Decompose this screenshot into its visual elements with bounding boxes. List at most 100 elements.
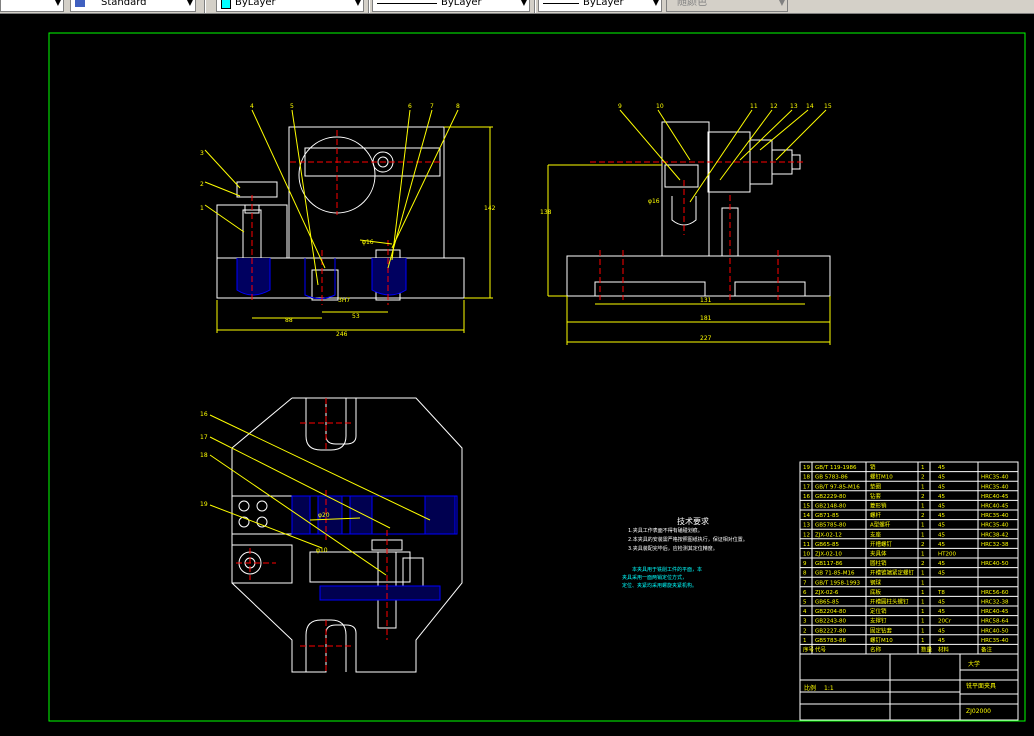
- bom-cell-name: 支撑钉: [870, 617, 887, 625]
- bom-cell-material: 45: [938, 561, 945, 567]
- toolbar-separator: [534, 0, 536, 13]
- bom-cell-qty: 1: [921, 600, 925, 606]
- bom-cell-code: 代号: [815, 646, 827, 654]
- drawing-number: ZJ02000: [966, 708, 991, 715]
- toolbar-separator: [204, 0, 206, 13]
- balloon-label: 3: [200, 150, 204, 157]
- balloon-label: 13: [790, 103, 798, 110]
- properties-toolbar: ▼ Standard ▼ ByLayer ▼ ByLayer ▼ ByLayer…: [0, 0, 1034, 14]
- chevron-down-icon: ▼: [778, 0, 785, 7]
- side-upright: [661, 121, 710, 257]
- color-dropdown[interactable]: ByLayer ▼: [216, 0, 364, 12]
- bom-cell-code: GB/T 97-85-M16: [815, 484, 860, 490]
- dim-label: 88: [285, 317, 293, 324]
- bom-cell-qty: 1: [921, 590, 925, 596]
- bom-cell-name: 支座: [870, 530, 882, 538]
- bom-cell-qty: 1: [921, 571, 925, 577]
- bom-cell-no: 6: [803, 590, 807, 596]
- balloon-label: 17: [200, 434, 208, 441]
- tech-requirements-title: 技术要求: [677, 517, 709, 526]
- front-centerlines: [251, 130, 440, 305]
- bom-cell-no: 19: [803, 465, 810, 471]
- chevron-down-icon: ▼: [354, 0, 361, 7]
- bom-cell-code: GB/T 1958-1993: [815, 580, 860, 586]
- side-base: [566, 255, 831, 297]
- bom-cell-qty: 1: [921, 465, 925, 471]
- bom-cell-qty: 1: [921, 532, 925, 538]
- bom-cell-material: 45: [938, 475, 945, 481]
- plot-style-dropdown[interactable]: 随颜色 ▼: [666, 0, 788, 12]
- bom-cell-material: 20Cr: [938, 619, 952, 625]
- bom-cell-no: 序号: [803, 646, 815, 654]
- bom-cell-no: 15: [803, 504, 810, 510]
- scale-value: 1:1: [824, 685, 834, 692]
- bom-cell-note: HRC32-38: [981, 542, 1009, 548]
- dim-label: 53: [352, 313, 360, 320]
- bom-cell-qty: 1: [921, 580, 925, 586]
- chevron-down-icon: ▼: [186, 0, 193, 7]
- bom-cell-material: 45: [938, 638, 945, 644]
- bom-cell-note: HRC38-42: [981, 532, 1009, 538]
- bom-cell-code: GB117-86: [815, 561, 843, 567]
- bom-cell-note: HRC35-40: [981, 638, 1009, 644]
- side-view: [566, 121, 831, 297]
- balloon-label: 5: [290, 103, 294, 110]
- bom-cell-name: 圆柱销: [870, 559, 887, 567]
- drawing-canvas[interactable]: 142 53 88 246 φ16 3H7 1 2 3 4 5 6 7 8 13…: [0, 14, 1034, 736]
- top-centerlines: [236, 398, 388, 672]
- bom-cell-name: 名称: [870, 646, 882, 654]
- bom-cell-no: 3: [803, 619, 807, 625]
- bom-cell-qty: 2: [921, 494, 925, 500]
- chevron-down-icon: ▼: [520, 0, 527, 7]
- bom-cell-qty: 1: [921, 484, 925, 490]
- bom-cell-note: HRC56-60: [981, 590, 1009, 596]
- bom-cell-name: 销: [870, 463, 876, 471]
- bom-cell-name: 钢球: [870, 578, 882, 586]
- bom-cell-note: HRC40-45: [981, 504, 1009, 510]
- dim-label: 131: [700, 297, 712, 304]
- bom-cell-no: 12: [803, 532, 810, 538]
- bom-cell-name: 钻套: [870, 492, 882, 500]
- note-line: 定位、夹紧均采用螺旋夹紧机构。: [622, 583, 698, 589]
- bom-cell-no: 5: [803, 600, 807, 606]
- bom-cell-material: 45: [938, 465, 945, 471]
- bom-cell-material: 45: [938, 600, 945, 606]
- bom-cell-note: HRC58-64: [981, 619, 1009, 625]
- bom-cell-name: 开槽圆柱头螺钉: [870, 598, 909, 606]
- dim-label: 3H7: [338, 297, 350, 304]
- bom-cell-no: 9: [803, 561, 807, 567]
- drawing-name: 铣平面夹具: [966, 682, 996, 690]
- bom-cell-qty: 1: [921, 619, 925, 625]
- balloon-label: 9: [618, 103, 622, 110]
- linetype-value: ByLayer: [441, 0, 482, 8]
- bom-cell-code: GB/T 119-1986: [815, 465, 857, 471]
- bom-cell-qty: 1: [921, 552, 925, 558]
- dim-label: 246: [336, 331, 348, 338]
- bom-cell-note: HRC35-40: [981, 523, 1009, 529]
- text-style-dropdown[interactable]: Standard ▼: [70, 0, 196, 12]
- bom-cell-name: 定位销: [870, 607, 887, 615]
- bom-cell-code: GB5783-86: [815, 638, 847, 644]
- bom-cell-no: 17: [803, 484, 810, 490]
- toolbar-separator: [368, 0, 370, 13]
- bom-cell-code: GB2227-80: [815, 628, 847, 634]
- bom-cell-material: 45: [938, 484, 945, 490]
- bom-cell-material: T8: [937, 590, 945, 596]
- bom-cell-no: 18: [803, 475, 810, 481]
- bom-cell-no: 4: [803, 609, 807, 615]
- dim-label: φ16: [362, 239, 374, 246]
- bom-cell-code: GB2243-80: [815, 619, 847, 625]
- bom-cell-name: 螺钉M10: [870, 636, 893, 644]
- bom-cell-note: HRC32-38: [981, 600, 1009, 606]
- front-view: [216, 126, 465, 301]
- lineweight-dropdown[interactable]: ByLayer ▼: [538, 0, 662, 12]
- dim-label: 138: [540, 209, 552, 216]
- lineweight-value: ByLayer: [583, 0, 624, 8]
- linetype-dropdown[interactable]: ByLayer ▼: [372, 0, 530, 12]
- balloon-label: 1: [200, 205, 204, 212]
- bom-cell-name: 开槽锥端紧定螺钉: [870, 569, 915, 577]
- balloon-label: 4: [250, 103, 254, 110]
- bom-cell-material: 45: [938, 609, 945, 615]
- previous-dropdown[interactable]: ▼: [0, 0, 64, 12]
- plot-style-value: 随颜色: [677, 0, 707, 8]
